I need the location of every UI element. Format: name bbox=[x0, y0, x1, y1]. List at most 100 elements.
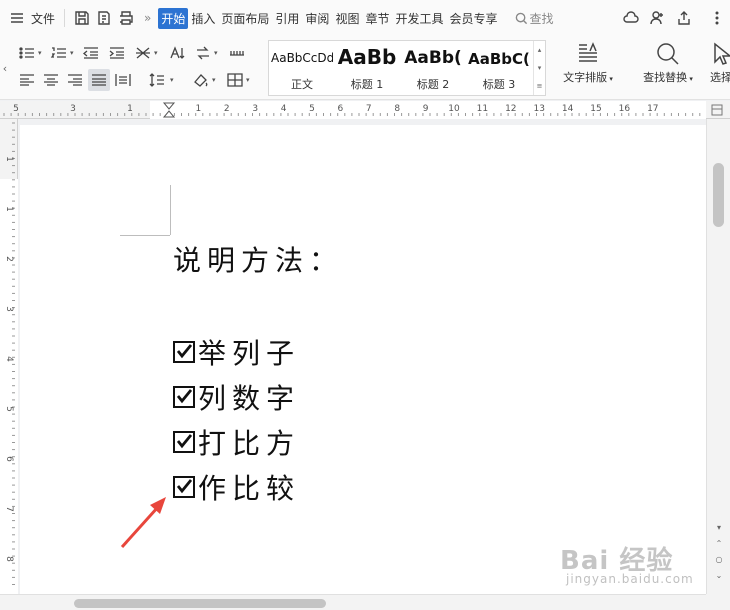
tab-developer-tools[interactable]: 开发工具 bbox=[392, 8, 446, 29]
tab-insert[interactable]: 插入 bbox=[188, 8, 218, 29]
numbered-list-dropdown-icon[interactable]: ▾ bbox=[70, 49, 74, 57]
show-hide-marks-icon[interactable] bbox=[226, 42, 248, 64]
horizontal-scrollbar[interactable] bbox=[0, 594, 706, 610]
text-direction-icon[interactable] bbox=[192, 42, 214, 64]
vertical-scrollbar[interactable]: ▾ ⌃ ○ ⌄ bbox=[706, 119, 730, 594]
ruler-label: 5 bbox=[13, 104, 19, 114]
borders-dropdown-icon[interactable]: ▾ bbox=[246, 76, 250, 84]
document-area[interactable]: 说明方法： 举列子 列数字 打比方 作比较 bbox=[18, 119, 706, 594]
margin-corner-mark bbox=[120, 235, 170, 236]
distributed-align-icon[interactable] bbox=[112, 69, 134, 91]
menu-divider bbox=[64, 9, 66, 27]
checklist-item[interactable]: 列数字 bbox=[173, 377, 300, 417]
chinese-layout-icon[interactable] bbox=[132, 42, 154, 64]
tab-member-exclusive[interactable]: 会员专享 bbox=[446, 8, 500, 29]
magnifier-icon bbox=[657, 43, 679, 65]
search-box[interactable]: 查找 bbox=[515, 10, 554, 27]
bullet-list-icon[interactable] bbox=[16, 42, 38, 64]
collaborate-icon[interactable] bbox=[646, 7, 668, 29]
next-page-icon[interactable]: ⌄ bbox=[707, 571, 730, 580]
shading-icon[interactable] bbox=[190, 69, 212, 91]
tab-home[interactable]: 开始 bbox=[158, 7, 189, 29]
checklist-item[interactable]: 打比方 bbox=[173, 422, 300, 462]
ruler-label: 1 bbox=[4, 206, 14, 212]
tab-review[interactable]: 审阅 bbox=[302, 8, 332, 29]
tab-chapter[interactable]: 章节 bbox=[362, 8, 392, 29]
increase-indent-icon[interactable] bbox=[106, 42, 128, 64]
scroll-down-icon[interactable]: ▾ bbox=[707, 523, 730, 532]
share-icon[interactable] bbox=[673, 7, 695, 29]
ruler-label: 6 bbox=[4, 456, 14, 462]
ruler-label: 12 bbox=[505, 104, 516, 114]
hamburger-menu-icon[interactable] bbox=[6, 7, 28, 29]
shading-dropdown-icon[interactable]: ▾ bbox=[212, 76, 216, 84]
ruler-label: 2 bbox=[224, 104, 230, 114]
ruler-label: 15 bbox=[590, 104, 601, 114]
more-options-icon[interactable] bbox=[706, 7, 728, 29]
line-spacing-icon[interactable] bbox=[146, 69, 168, 91]
style-heading-3[interactable]: AaBbC( 标题 3 bbox=[467, 41, 531, 95]
checklist-item-text: 列数字 bbox=[198, 382, 301, 415]
text-direction-dropdown-icon[interactable]: ▾ bbox=[214, 49, 218, 57]
horizontal-ruler[interactable]: 5 3 1 1 2 3 4 5 6 7 8 9 10 11 12 13 14 15 16 17 bbox=[0, 101, 730, 119]
print-icon[interactable] bbox=[115, 7, 137, 29]
previous-page-icon[interactable]: ⌃ bbox=[707, 539, 730, 548]
ruler-toggle-icon[interactable] bbox=[708, 102, 726, 118]
style-sample: AaBb( bbox=[404, 48, 462, 68]
style-heading-2[interactable]: AaBb( 标题 2 bbox=[401, 41, 465, 95]
document-page[interactable]: 说明方法： 举列子 列数字 打比方 作比较 bbox=[20, 125, 706, 594]
style-normal[interactable]: AaBbCcDd 正文 bbox=[271, 41, 333, 95]
styles-gallery-scroll[interactable]: ▴ ▾ ≡ bbox=[533, 41, 545, 95]
bullet-list-dropdown-icon[interactable]: ▾ bbox=[38, 49, 42, 57]
horizontal-scroll-thumb[interactable] bbox=[74, 599, 326, 608]
align-left-icon[interactable] bbox=[16, 69, 38, 91]
ruler-label: 14 bbox=[562, 104, 574, 114]
sort-icon[interactable] bbox=[166, 42, 188, 64]
ruler-label: 3 bbox=[70, 104, 76, 114]
select-label: 选择 bbox=[710, 71, 730, 84]
checked-box-icon bbox=[173, 341, 195, 363]
checklist-item[interactable]: 举列子 bbox=[173, 332, 300, 372]
align-center-icon[interactable] bbox=[40, 69, 62, 91]
text-layout-icon bbox=[579, 42, 597, 62]
style-heading-1[interactable]: AaBb 标题 1 bbox=[335, 41, 399, 95]
align-right-icon[interactable] bbox=[64, 69, 86, 91]
menu-bar: 文件 » 开始 插入 页面布局 引用 审阅 视图 章节 开发工具 会员专享 查找 bbox=[0, 0, 730, 36]
chevron-up-icon[interactable]: ▴ bbox=[538, 46, 542, 54]
ruler-label: 7 bbox=[366, 104, 372, 114]
line-spacing-dropdown-icon[interactable]: ▾ bbox=[170, 76, 174, 84]
vertical-scroll-thumb[interactable] bbox=[713, 163, 724, 227]
search-icon bbox=[515, 12, 527, 24]
borders-icon[interactable] bbox=[224, 69, 246, 91]
horizontal-ruler-ticks: 5 3 1 1 2 3 4 5 6 7 8 9 10 11 12 13 14 15 16 17 bbox=[3, 101, 706, 119]
tab-page-layout[interactable]: 页面布局 bbox=[218, 8, 272, 29]
ruler-label: 4 bbox=[4, 356, 14, 362]
chinese-layout-dropdown-icon[interactable]: ▾ bbox=[154, 49, 158, 57]
ribbon-scroll-left-icon[interactable]: ‹ bbox=[0, 36, 10, 100]
checklist-item-text: 作比较 bbox=[198, 472, 301, 505]
ruler-label: 1 bbox=[4, 156, 14, 162]
style-name: 正文 bbox=[291, 78, 313, 91]
checklist-item[interactable]: 作比较 bbox=[173, 467, 300, 507]
checklist-item-text: 举列子 bbox=[198, 337, 301, 370]
numbered-list-icon[interactable] bbox=[48, 42, 70, 64]
chevron-down-icon[interactable]: ▾ bbox=[538, 64, 542, 72]
more-quick-tools-icon[interactable]: » bbox=[141, 9, 154, 27]
tab-view[interactable]: 视图 bbox=[332, 8, 362, 29]
ruler-label: 13 bbox=[533, 104, 544, 114]
text-layout-button[interactable]: 文字排版 ▾ bbox=[556, 40, 620, 96]
file-menu[interactable]: 文件 bbox=[28, 8, 58, 29]
expand-gallery-icon[interactable]: ≡ bbox=[537, 82, 543, 90]
justify-icon[interactable] bbox=[88, 69, 110, 91]
checked-box-icon bbox=[173, 386, 195, 408]
tab-references[interactable]: 引用 bbox=[272, 8, 302, 29]
vertical-ruler[interactable]: 1 1 2 3 4 5 6 7 8 bbox=[0, 119, 18, 594]
export-pdf-icon[interactable] bbox=[93, 7, 115, 29]
find-replace-button[interactable]: 查找替换 ▾ bbox=[636, 40, 700, 96]
cloud-sync-icon[interactable] bbox=[620, 7, 642, 29]
select-button[interactable]: 选择 bbox=[704, 40, 730, 96]
decrease-indent-icon[interactable] bbox=[80, 42, 102, 64]
save-icon[interactable] bbox=[71, 7, 93, 29]
document-heading[interactable]: 说明方法： bbox=[173, 239, 343, 279]
select-browse-object-icon[interactable]: ○ bbox=[707, 555, 730, 564]
